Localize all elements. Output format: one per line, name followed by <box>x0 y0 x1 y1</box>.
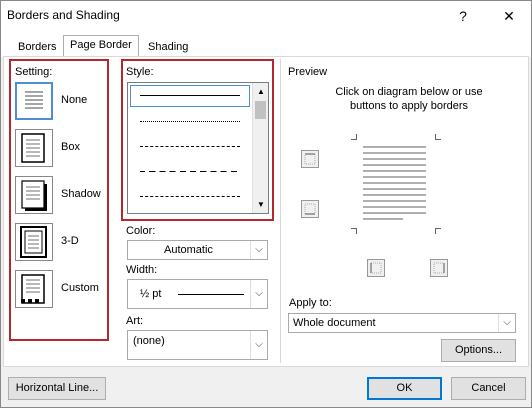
color-dropdown[interactable]: Automatic ⌵ <box>127 240 268 260</box>
setting-box-label: Box <box>61 141 80 153</box>
color-value: Automatic <box>164 244 213 256</box>
setting-shadow[interactable]: Shadow <box>15 176 111 218</box>
left-border-icon <box>370 262 382 274</box>
chevron-down-icon[interactable]: ⌵ <box>250 241 267 259</box>
preview-text-line <box>363 176 426 178</box>
borders-and-shading-dialog: Borders and Shading ? ✕ Borders Page Bor… <box>0 0 532 408</box>
scroll-thumb[interactable] <box>255 101 266 119</box>
preview-text-line <box>363 170 426 172</box>
style-selected-item[interactable] <box>130 85 250 107</box>
art-label: Art: <box>126 315 144 327</box>
style-dash-dot-line[interactable] <box>140 196 240 197</box>
corner-mark <box>435 228 441 234</box>
preview-text-line <box>363 152 426 154</box>
none-setting-icon <box>15 82 53 120</box>
style-label: Style: <box>126 66 154 78</box>
preview-hint: Click on diagram below or use buttons to… <box>335 86 483 112</box>
tab-page-border[interactable]: Page Border <box>63 35 139 57</box>
box-setting-icon <box>15 129 53 167</box>
setting-box[interactable]: Box <box>15 129 111 171</box>
dialog-title: Borders and Shading <box>7 8 120 22</box>
style-listbox[interactable]: ▲ ▼ <box>127 82 269 214</box>
shadow-setting-icon <box>15 176 53 214</box>
ok-button[interactable]: OK <box>367 377 442 400</box>
bottom-border-button[interactable] <box>301 200 319 218</box>
corner-mark <box>435 134 441 140</box>
preview-text-line <box>363 212 426 214</box>
tab-strip: Borders Page Border Shading <box>1 31 531 57</box>
preview-text-line <box>363 146 426 148</box>
scroll-down-icon[interactable]: ▼ <box>257 200 265 209</box>
right-border-button[interactable] <box>430 259 448 277</box>
tab-borders[interactable]: Borders <box>11 37 64 57</box>
apply-to-value: Whole document <box>293 317 376 329</box>
setting-custom[interactable]: Custom <box>15 270 111 312</box>
close-button[interactable]: ✕ <box>487 1 531 31</box>
preview-text-line <box>363 182 426 184</box>
style-small-dash-line[interactable] <box>140 146 240 147</box>
left-border-button[interactable] <box>367 259 385 277</box>
top-border-icon <box>304 153 316 165</box>
chevron-down-icon[interactable]: ⌵ <box>250 280 267 308</box>
setting-3d-label: 3-D <box>61 235 79 247</box>
help-button[interactable]: ? <box>441 1 485 31</box>
art-dropdown[interactable]: (none) ⌵ <box>127 330 268 360</box>
width-line-sample <box>178 294 244 295</box>
scroll-up-icon[interactable]: ▲ <box>257 87 265 96</box>
options-button[interactable]: Options... <box>441 339 516 362</box>
width-value: ½ pt <box>140 288 162 300</box>
preview-text-line <box>363 188 426 190</box>
preview-text-line <box>363 200 426 202</box>
art-value: (none) <box>133 335 165 347</box>
3d-setting-icon <box>15 223 53 261</box>
style-dash-line[interactable] <box>140 171 240 172</box>
width-label: Width: <box>126 264 158 276</box>
corner-mark <box>351 228 357 234</box>
color-label: Color: <box>126 225 156 237</box>
preview-text-line <box>363 164 426 166</box>
top-border-button[interactable] <box>301 150 319 168</box>
chevron-down-icon[interactable]: ⌵ <box>498 314 515 332</box>
style-dotted-line[interactable] <box>140 121 240 122</box>
style-scrollbar[interactable]: ▲ ▼ <box>252 83 268 213</box>
preview-text-line <box>363 158 426 160</box>
horizontal-line-button[interactable]: Horizontal Line... <box>8 377 106 400</box>
cancel-button[interactable]: Cancel <box>451 377 526 400</box>
custom-setting-icon <box>15 270 53 308</box>
preview-text-line <box>363 218 403 220</box>
preview-label: Preview <box>288 66 328 78</box>
apply-to-label: Apply to: <box>289 297 332 309</box>
setting-none[interactable]: None <box>15 82 111 124</box>
tab-shading[interactable]: Shading <box>141 37 195 57</box>
setting-shadow-label: Shadow <box>61 188 101 200</box>
setting-none-label: None <box>61 94 88 106</box>
preview-text-line <box>363 194 426 196</box>
corner-mark <box>351 134 357 140</box>
divider <box>280 59 281 363</box>
chevron-down-icon[interactable]: ⌵ <box>250 331 267 359</box>
width-dropdown[interactable]: ½ pt ⌵ <box>127 279 268 309</box>
setting-label: Setting: <box>15 66 53 78</box>
title-bar: Borders and Shading ? ✕ <box>1 1 531 31</box>
preview-text-line <box>363 206 426 208</box>
apply-to-dropdown[interactable]: Whole document ⌵ <box>288 313 516 333</box>
setting-3d[interactable]: 3-D <box>15 223 111 265</box>
setting-custom-label: Custom <box>61 282 99 294</box>
bottom-border-icon <box>304 203 316 215</box>
right-border-icon <box>433 262 445 274</box>
style-solid-line[interactable] <box>140 95 240 96</box>
